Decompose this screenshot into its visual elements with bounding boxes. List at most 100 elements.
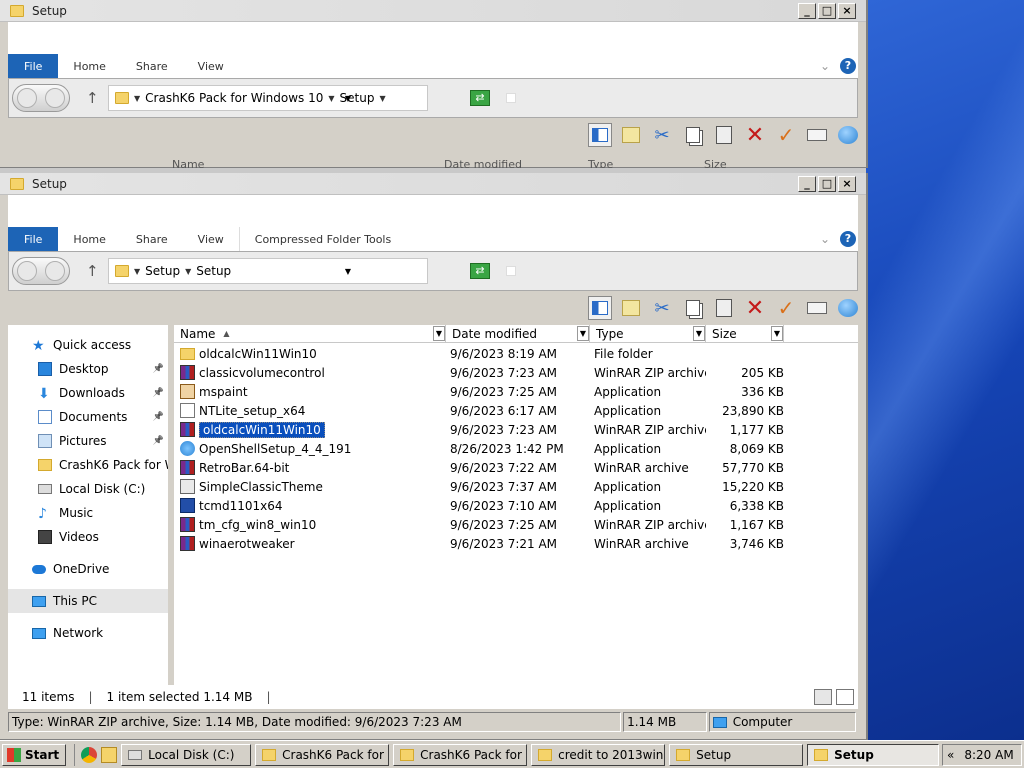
file-name-cell[interactable]: OpenShellSetup_4_4_191 bbox=[174, 441, 446, 456]
tab-home[interactable]: Home bbox=[58, 54, 120, 78]
nav-item-desktop[interactable]: Desktop 📌 bbox=[8, 357, 168, 381]
layout-icon[interactable] bbox=[588, 123, 612, 147]
delete-icon[interactable]: ✕ bbox=[743, 123, 767, 148]
help-icon[interactable]: ? bbox=[840, 58, 856, 74]
table-row[interactable]: tcmd1101x64 9/6/2023 7:10 AM Application 6,… bbox=[174, 496, 858, 515]
tab-file[interactable]: File bbox=[8, 54, 59, 78]
nav-item-this-pc[interactable]: This PC bbox=[8, 589, 168, 613]
large-icons-view-icon[interactable] bbox=[836, 689, 854, 705]
table-row[interactable]: OpenShellSetup_4_4_191 8/26/2023 1:42 PM A… bbox=[174, 439, 858, 458]
properties-icon[interactable]: ✓ bbox=[774, 123, 798, 147]
column-header-type[interactable]: Type ▼ bbox=[590, 325, 706, 342]
file-name-cell[interactable]: classicvolumecontrol bbox=[174, 365, 446, 380]
maximize-button[interactable]: □ bbox=[818, 2, 836, 19]
taskbar-button[interactable]: Setup bbox=[669, 743, 804, 766]
table-row[interactable]: oldcalcWin11Win10 9/6/2023 7:23 AM WinRAR … bbox=[174, 420, 858, 439]
nav-item-documents[interactable]: Documents 📌 bbox=[8, 405, 168, 429]
nav-item-local-disk-c[interactable]: Local Disk (C:) bbox=[8, 477, 168, 501]
forward-icon[interactable] bbox=[45, 88, 65, 108]
file-name-cell[interactable]: tm_cfg_win8_win10 bbox=[174, 517, 446, 532]
file-name-cell[interactable]: tcmd1101x64 bbox=[174, 498, 446, 513]
chevron-down-icon[interactable]: ▼ bbox=[134, 267, 140, 276]
back-forward-buttons[interactable] bbox=[12, 84, 70, 112]
column-header-size[interactable]: Size ▼ bbox=[706, 325, 784, 342]
chevron-down-icon[interactable]: ▼ bbox=[577, 326, 589, 341]
file-explorer-icon[interactable] bbox=[101, 746, 118, 763]
start-button[interactable]: Start bbox=[2, 743, 67, 766]
chrome-icon[interactable] bbox=[81, 746, 98, 763]
table-row[interactable]: mspaint 9/6/2023 7:25 AM Application 336 KB bbox=[174, 382, 858, 401]
search-input[interactable] bbox=[506, 93, 516, 103]
cut-icon[interactable]: ✂ bbox=[650, 123, 674, 147]
nav-item-onedrive[interactable]: OneDrive bbox=[8, 557, 168, 581]
table-row[interactable]: RetroBar.64-bit 9/6/2023 7:22 AM WinRAR ar… bbox=[174, 458, 858, 477]
table-row[interactable]: SimpleClassicTheme 9/6/2023 7:37 AM Applic… bbox=[174, 477, 858, 496]
back-icon[interactable] bbox=[17, 261, 37, 281]
address-segment[interactable]: CrashK6 Pack for Windows 10 bbox=[145, 91, 323, 105]
file-name-cell[interactable]: RetroBar.64-bit bbox=[174, 460, 446, 475]
view-icon[interactable] bbox=[619, 123, 643, 147]
title-bar[interactable]: Setup _ □ × bbox=[0, 173, 866, 195]
column-header-date[interactable]: Date modified ▼ bbox=[446, 325, 590, 342]
up-arrow-icon[interactable]: ↑ bbox=[86, 89, 102, 107]
chevron-down-icon[interactable]: ▼ bbox=[185, 267, 191, 276]
file-name-cell[interactable]: SimpleClassicTheme bbox=[174, 479, 446, 494]
chevron-down-icon[interactable]: ▼ bbox=[134, 94, 140, 103]
maximize-button[interactable]: □ bbox=[818, 175, 836, 192]
up-arrow-icon[interactable]: ↑ bbox=[86, 262, 102, 280]
properties-icon[interactable]: ✓ bbox=[774, 296, 798, 320]
search-input[interactable] bbox=[506, 266, 516, 276]
paste-icon[interactable] bbox=[712, 123, 736, 147]
address-history-icon[interactable]: ▼ bbox=[345, 94, 351, 103]
expand-ribbon-icon[interactable]: ⌄ bbox=[820, 232, 830, 246]
tab-share[interactable]: Share bbox=[121, 227, 183, 251]
tab-compressed-folder-tools[interactable]: Compressed Folder Tools bbox=[238, 227, 406, 251]
address-history-icon[interactable]: ▼ bbox=[345, 267, 351, 276]
internet-options-icon[interactable] bbox=[836, 123, 860, 147]
address-segment[interactable]: Setup bbox=[145, 264, 180, 278]
minimize-button[interactable]: _ bbox=[798, 175, 816, 192]
title-bar[interactable]: Setup _ □ × bbox=[0, 0, 866, 22]
table-row[interactable]: classicvolumecontrol 9/6/2023 7:23 AM WinR… bbox=[174, 363, 858, 382]
back-forward-buttons[interactable] bbox=[12, 257, 70, 285]
back-icon[interactable] bbox=[17, 88, 37, 108]
rename-icon[interactable] bbox=[805, 296, 829, 320]
explorer-window-back[interactable]: Setup _ □ × File Home Share View ⌄ ? ↑ ▼… bbox=[0, 0, 868, 168]
refresh-icon[interactable]: ⇄ bbox=[470, 263, 490, 279]
minimize-button[interactable]: _ bbox=[798, 2, 816, 19]
nav-item-pictures[interactable]: Pictures 📌 bbox=[8, 429, 168, 453]
tab-view[interactable]: View bbox=[183, 54, 239, 78]
internet-options-icon[interactable] bbox=[836, 296, 860, 320]
tab-view[interactable]: View bbox=[183, 227, 239, 251]
copy-icon[interactable] bbox=[681, 123, 705, 147]
table-row[interactable]: tm_cfg_win8_win10 9/6/2023 7:25 AM WinRAR … bbox=[174, 515, 858, 534]
help-icon[interactable]: ? bbox=[840, 231, 856, 247]
file-name-cell[interactable]: winaerotweaker bbox=[174, 536, 446, 551]
file-name-cell[interactable]: NTLite_setup_x64 bbox=[174, 403, 446, 418]
explorer-window-front[interactable]: Setup _ □ × File Home Share View Compres… bbox=[0, 173, 868, 740]
tab-file[interactable]: File bbox=[8, 227, 59, 251]
close-button[interactable]: × bbox=[838, 2, 856, 19]
nav-item-network[interactable]: Network bbox=[8, 621, 168, 645]
nav-item-quick-access[interactable]: ★ Quick access bbox=[8, 333, 168, 357]
chevron-down-icon[interactable]: ▼ bbox=[379, 94, 385, 103]
details-view-icon[interactable] bbox=[814, 689, 832, 705]
chevron-down-icon[interactable]: ▼ bbox=[433, 326, 445, 341]
layout-icon[interactable] bbox=[588, 296, 612, 320]
chevron-down-icon[interactable]: ▼ bbox=[693, 326, 705, 341]
nav-item-crashk6-pack-for-w[interactable]: CrashK6 Pack for W bbox=[8, 453, 168, 477]
view-icon[interactable] bbox=[619, 296, 643, 320]
clock[interactable]: 8:20 AM bbox=[964, 748, 1013, 762]
file-name-cell[interactable]: oldcalcWin11Win10 bbox=[174, 347, 446, 361]
close-button[interactable]: × bbox=[838, 175, 856, 192]
paste-icon[interactable] bbox=[712, 296, 736, 320]
address-field[interactable]: ▼ Setup ▼ Setup ▼ bbox=[108, 258, 428, 284]
address-segment[interactable]: Setup bbox=[196, 264, 231, 278]
tab-share[interactable]: Share bbox=[121, 54, 183, 78]
cut-icon[interactable]: ✂ bbox=[650, 296, 674, 320]
taskbar-button[interactable]: credit to 2013windo... bbox=[531, 743, 666, 766]
forward-icon[interactable] bbox=[45, 261, 65, 281]
file-name-cell[interactable]: oldcalcWin11Win10 bbox=[174, 421, 446, 438]
taskbar-button[interactable]: CrashK6 Pack for W... bbox=[393, 743, 528, 766]
taskbar-button[interactable]: Local Disk (C:) bbox=[121, 743, 252, 766]
